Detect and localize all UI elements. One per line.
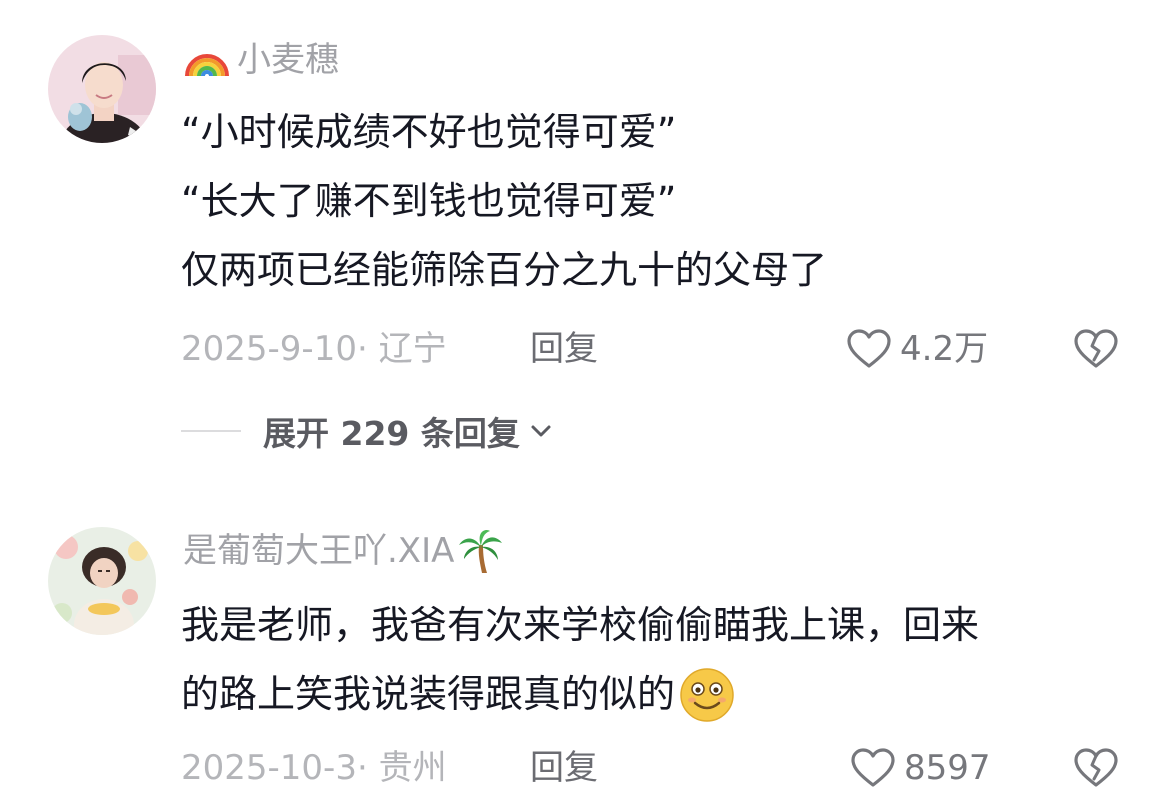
broken-heart-icon <box>1074 748 1118 787</box>
reply-button[interactable]: 回复 <box>530 743 598 793</box>
rainbow-emoji-icon <box>185 54 229 77</box>
comment-meta-row: 2025-10-3· 贵州 回复 8597 <box>181 743 1141 793</box>
username[interactable]: 是葡萄大王吖.XIA <box>183 528 454 574</box>
comment-line: “小时候成绩不好也觉得可爱” <box>181 110 677 154</box>
comment-text: 我是老师，我爸有次来学校偷偷瞄我上课，回来 的路上笑我说装得跟真的似的 <box>181 591 1141 729</box>
chevron-down-icon <box>531 425 551 437</box>
avatar[interactable] <box>48 527 156 635</box>
palm-tree-emoji-icon <box>459 529 503 573</box>
like-button[interactable]: 8597 <box>850 743 991 793</box>
expand-replies-button[interactable]: 展开 229 条回复 <box>181 406 554 456</box>
expand-replies-label: 展开 229 条回复 <box>263 414 520 453</box>
date-location: 2025-9-10· 辽宁 <box>181 329 447 369</box>
avatar-image <box>48 527 156 635</box>
date-location: 2025-10-3· 贵州 <box>181 748 447 788</box>
broken-heart-icon <box>1074 329 1118 368</box>
like-button[interactable]: 4.2万 <box>846 324 988 374</box>
divider-line <box>181 430 241 432</box>
dislike-button[interactable] <box>1071 743 1121 793</box>
grinning-face-emoji-icon <box>680 667 734 722</box>
like-count: 4.2万 <box>900 329 989 369</box>
username[interactable]: 小麦穗 <box>237 37 339 83</box>
heart-icon <box>851 748 895 787</box>
comment-text: “小时候成绩不好也觉得可爱” “长大了赚不到钱也觉得可爱” 仅两项已经能筛除百分… <box>181 98 1141 305</box>
avatar[interactable] <box>48 35 156 143</box>
username-row: 是葡萄大王吖.XIA <box>183 528 504 574</box>
reply-button[interactable]: 回复 <box>530 324 598 374</box>
comment-line: 我是老师，我爸有次来学校偷偷瞄我上课，回来 <box>181 603 980 647</box>
comment-line: “长大了赚不到钱也觉得可爱” <box>181 179 677 223</box>
heart-icon <box>847 329 891 368</box>
username-row: 小麦穗 <box>183 37 339 83</box>
comment-line-text: 的路上笑我说装得跟真的似的 <box>181 672 676 716</box>
dislike-button[interactable] <box>1071 324 1121 374</box>
avatar-image <box>48 35 156 143</box>
like-count: 8597 <box>904 748 991 788</box>
comment-meta-row: 2025-9-10· 辽宁 回复 4.2万 <box>181 324 1141 374</box>
comment-line: 仅两项已经能筛除百分之九十的父母了 <box>181 248 828 292</box>
comment-line: 的路上笑我说装得跟真的似的 <box>181 660 1141 729</box>
